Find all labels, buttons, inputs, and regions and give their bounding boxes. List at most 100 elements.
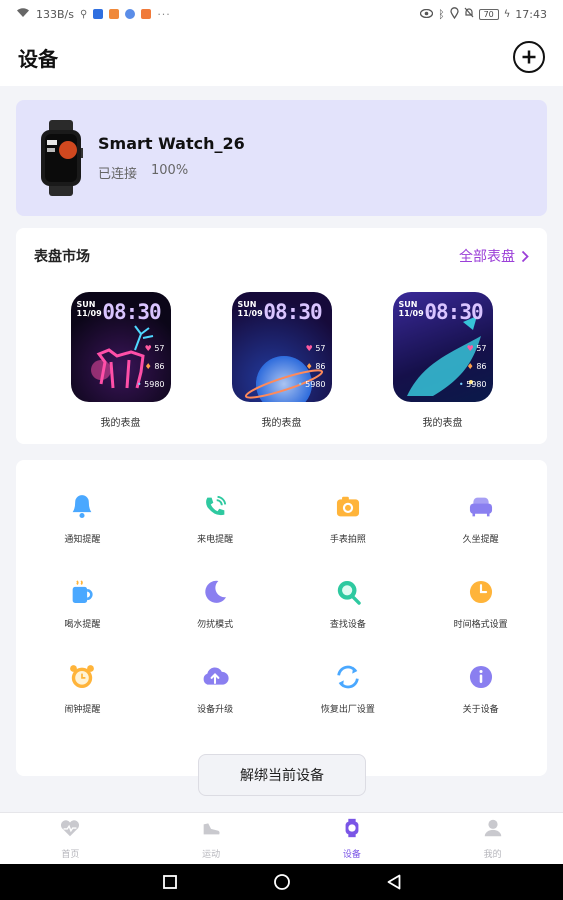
step-icon: • — [458, 380, 464, 389]
feature-item[interactable]: 闹钟提醒 — [16, 660, 149, 715]
tab-label: 首页 — [61, 850, 80, 860]
feature-label: 久坐提醒 — [462, 535, 499, 545]
feature-item[interactable]: 喝水提醒 — [16, 575, 149, 630]
tab-label: 我的 — [483, 850, 502, 860]
dial-item[interactable]: SUN 11/09 08:30 ♥ 57 ♦ 86 • 5980 我的表盘 — [227, 292, 337, 429]
tab-0[interactable]: 首页 — [0, 813, 141, 864]
bottom-tab-bar: 首页 运动 设备 我的 — [0, 812, 563, 864]
clock-icon — [464, 575, 498, 609]
bell-icon — [65, 490, 99, 524]
feature-label: 勿扰模式 — [197, 620, 234, 630]
heart-icon: ♥ — [305, 344, 313, 353]
system-nav-bar — [0, 864, 563, 900]
plus-circle-icon — [522, 50, 536, 64]
status-bar: 133B/s ⚲ ··· ᛒ 70 ϟ 17:43 — [0, 0, 563, 28]
feature-item[interactable]: 关于设备 — [414, 660, 547, 715]
phone-icon — [198, 490, 232, 524]
unbind-device-button[interactable]: 解绑当前设备 — [198, 754, 366, 796]
dial-calories: 86 — [476, 362, 487, 371]
dial-time: 08:30 — [424, 300, 483, 324]
feature-label: 来电提醒 — [197, 535, 234, 545]
search-icon — [331, 575, 365, 609]
feature-item[interactable]: 查找设备 — [282, 575, 415, 630]
more-icon: ··· — [157, 7, 171, 21]
sofa-icon — [464, 490, 498, 524]
tab-label: 设备 — [342, 850, 361, 860]
flame-icon: ♦ — [466, 362, 474, 371]
dial-time: 08:30 — [263, 300, 322, 324]
feature-label: 闹钟提醒 — [64, 705, 101, 715]
feature-item[interactable]: 恢复出厂设置 — [282, 660, 415, 715]
user-icon — [482, 817, 504, 843]
heart-icon: ♥ — [466, 344, 474, 353]
tab-3[interactable]: 我的 — [422, 813, 563, 864]
flame-icon: ♦ — [305, 362, 313, 371]
shoe-icon — [200, 817, 222, 843]
camera-icon — [331, 490, 365, 524]
feature-label: 喝水提醒 — [64, 620, 101, 630]
dial-calories: 86 — [315, 362, 326, 371]
dial-preview-image: SUN 11/09 08:30 ♥ 57 ♦ 86 • 5980 — [231, 292, 332, 402]
circle-icon — [273, 874, 290, 890]
feature-item[interactable]: 时间格式设置 — [414, 575, 547, 630]
dial-preview-image: SUN 11/09 08:30 ♥ 57 ♦ 86 • 5980 — [70, 292, 171, 402]
watch-image — [38, 120, 84, 196]
feature-item[interactable]: 通知提醒 — [16, 490, 149, 545]
feature-label: 手表拍照 — [329, 535, 366, 545]
device-name: Smart Watch_26 — [98, 134, 245, 153]
dial-heart-rate: 57 — [315, 344, 326, 353]
dial-item[interactable]: SUN 11/09 08:30 ♥ 57 ♦ 86 • 5980 我的表盘 — [66, 292, 176, 429]
cup-icon — [65, 575, 99, 609]
feature-label: 通知提醒 — [64, 535, 101, 545]
heart-icon — [59, 817, 81, 843]
wifi-icon — [16, 7, 30, 21]
device-card[interactable]: Smart Watch_26 已连接 100% — [16, 100, 547, 216]
network-speed: 133B/s — [36, 7, 74, 21]
all-dials-link[interactable]: 全部表盘 — [459, 246, 529, 266]
add-device-button[interactable] — [513, 41, 545, 73]
tab-2[interactable]: 设备 — [282, 813, 423, 864]
cloud-upload-icon — [198, 660, 232, 694]
app-icon — [125, 9, 136, 19]
dial-heart-rate: 57 — [476, 344, 487, 353]
mute-icon — [464, 7, 474, 21]
bluetooth-icon: ᛒ — [438, 7, 445, 21]
watch-icon — [341, 817, 363, 843]
location-icon — [450, 6, 459, 22]
usb-icon: ⚲ — [79, 8, 88, 20]
alarm-icon — [65, 660, 99, 694]
feature-label: 时间格式设置 — [453, 620, 508, 630]
charging-icon: ϟ — [503, 8, 511, 20]
step-icon: • — [297, 380, 303, 389]
feature-item[interactable]: 来电提醒 — [149, 490, 282, 545]
recents-button[interactable] — [160, 872, 180, 892]
dial-label: 我的表盘 — [261, 418, 302, 429]
home-button[interactable] — [272, 872, 292, 892]
page-header: 设备 — [0, 28, 563, 86]
dial-label: 我的表盘 — [422, 418, 463, 429]
tab-1[interactable]: 运动 — [141, 813, 282, 864]
reset-icon — [331, 660, 365, 694]
feature-label: 恢复出厂设置 — [320, 705, 375, 715]
dial-item[interactable]: SUN 11/09 08:30 ♥ 57 ♦ 86 • 5980 我的表盘 — [388, 292, 498, 429]
app-icon — [93, 9, 104, 19]
square-icon — [162, 875, 177, 889]
feature-label: 查找设备 — [329, 620, 366, 630]
feature-item[interactable]: 久坐提醒 — [414, 490, 547, 545]
status-time: 17:43 — [515, 7, 547, 21]
feature-label: 关于设备 — [462, 705, 499, 715]
dial-time: 08:30 — [102, 300, 161, 324]
flame-icon: ♦ — [144, 362, 152, 371]
app-icon — [141, 9, 152, 19]
moon-icon — [198, 575, 232, 609]
feature-label: 设备升级 — [197, 705, 234, 715]
back-button[interactable] — [384, 872, 404, 892]
dial-steps: 5980 — [144, 380, 165, 389]
heart-icon: ♥ — [144, 344, 152, 353]
dial-heart-rate: 57 — [154, 344, 165, 353]
feature-item[interactable]: 设备升级 — [149, 660, 282, 715]
feature-item[interactable]: 勿扰模式 — [149, 575, 282, 630]
device-battery: 100% — [151, 163, 189, 178]
feature-item[interactable]: 手表拍照 — [282, 490, 415, 545]
dial-market-card: 表盘市场 全部表盘 SUN 11/09 08:30 ♥ 57 ♦ 86 • 598… — [16, 228, 547, 444]
